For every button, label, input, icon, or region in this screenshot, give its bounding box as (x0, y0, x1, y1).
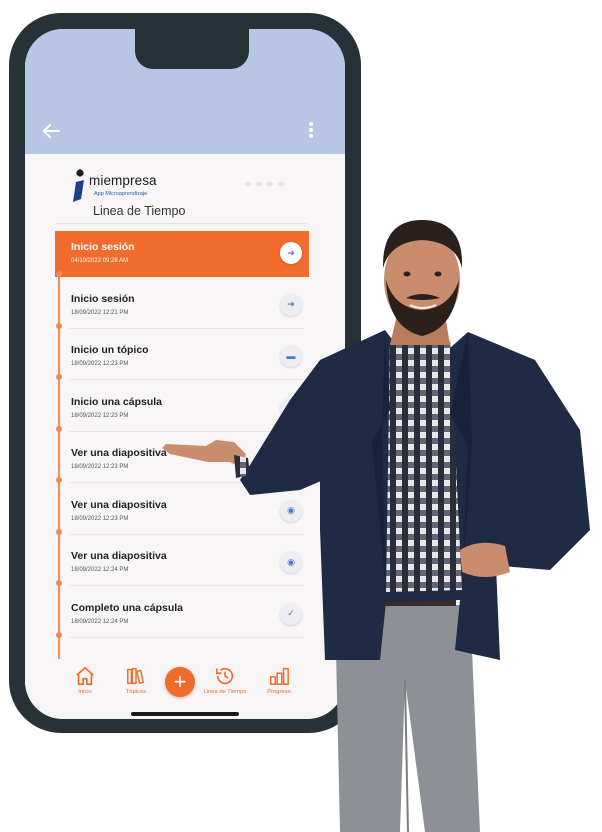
timeline-item-date: 18/09/2022 12:23 PM (71, 515, 129, 522)
timeline-item-date: 18/09/2022 12:24 PM (71, 618, 129, 625)
timeline-item-date: 04/10/2022 09:28 AM (71, 258, 129, 264)
faint-status-icons (245, 173, 305, 186)
back-arrow-icon[interactable] (39, 119, 63, 143)
brand-mark-icon (73, 169, 84, 202)
timeline-item-title: Inicio sesión (71, 292, 135, 305)
timeline-item-date: 18/09/2022 12:23 PM (71, 464, 129, 470)
brand-logo: miempresa App Microaprendizaje (72, 169, 192, 205)
more-vertical-icon[interactable] (307, 120, 315, 144)
timeline-dot (56, 271, 62, 277)
timeline-item-title: Inicio sesión (71, 241, 135, 253)
phone-notch (135, 29, 249, 69)
timeline-item-date: 18/09/2022 12:23 PM (71, 412, 129, 419)
presenter-person-illustration (162, 220, 590, 832)
timeline-dot (56, 631, 62, 638)
timeline-dot (56, 528, 62, 535)
timeline-dot (56, 580, 62, 586)
books-icon (127, 667, 145, 685)
timeline-dot (56, 425, 62, 432)
timeline-dot (56, 322, 62, 329)
timeline-item-date: 18/09/2022 12:23 PM (71, 361, 129, 367)
timeline-item-title: Inicio una cápsula (71, 395, 163, 408)
brand-subtitle: App Microaprendizaje (94, 191, 148, 197)
timeline-item-date: 18/09/2022 12:21 PM (71, 309, 129, 316)
timeline-item-date: 18/09/2022 12:24 PM (71, 567, 129, 573)
brand-name: miempresa (89, 173, 157, 188)
home-icon (76, 666, 94, 686)
timeline-dot (56, 374, 62, 380)
timeline-item-title: Inicio un tópico (71, 344, 149, 356)
timeline-dot (56, 477, 62, 483)
